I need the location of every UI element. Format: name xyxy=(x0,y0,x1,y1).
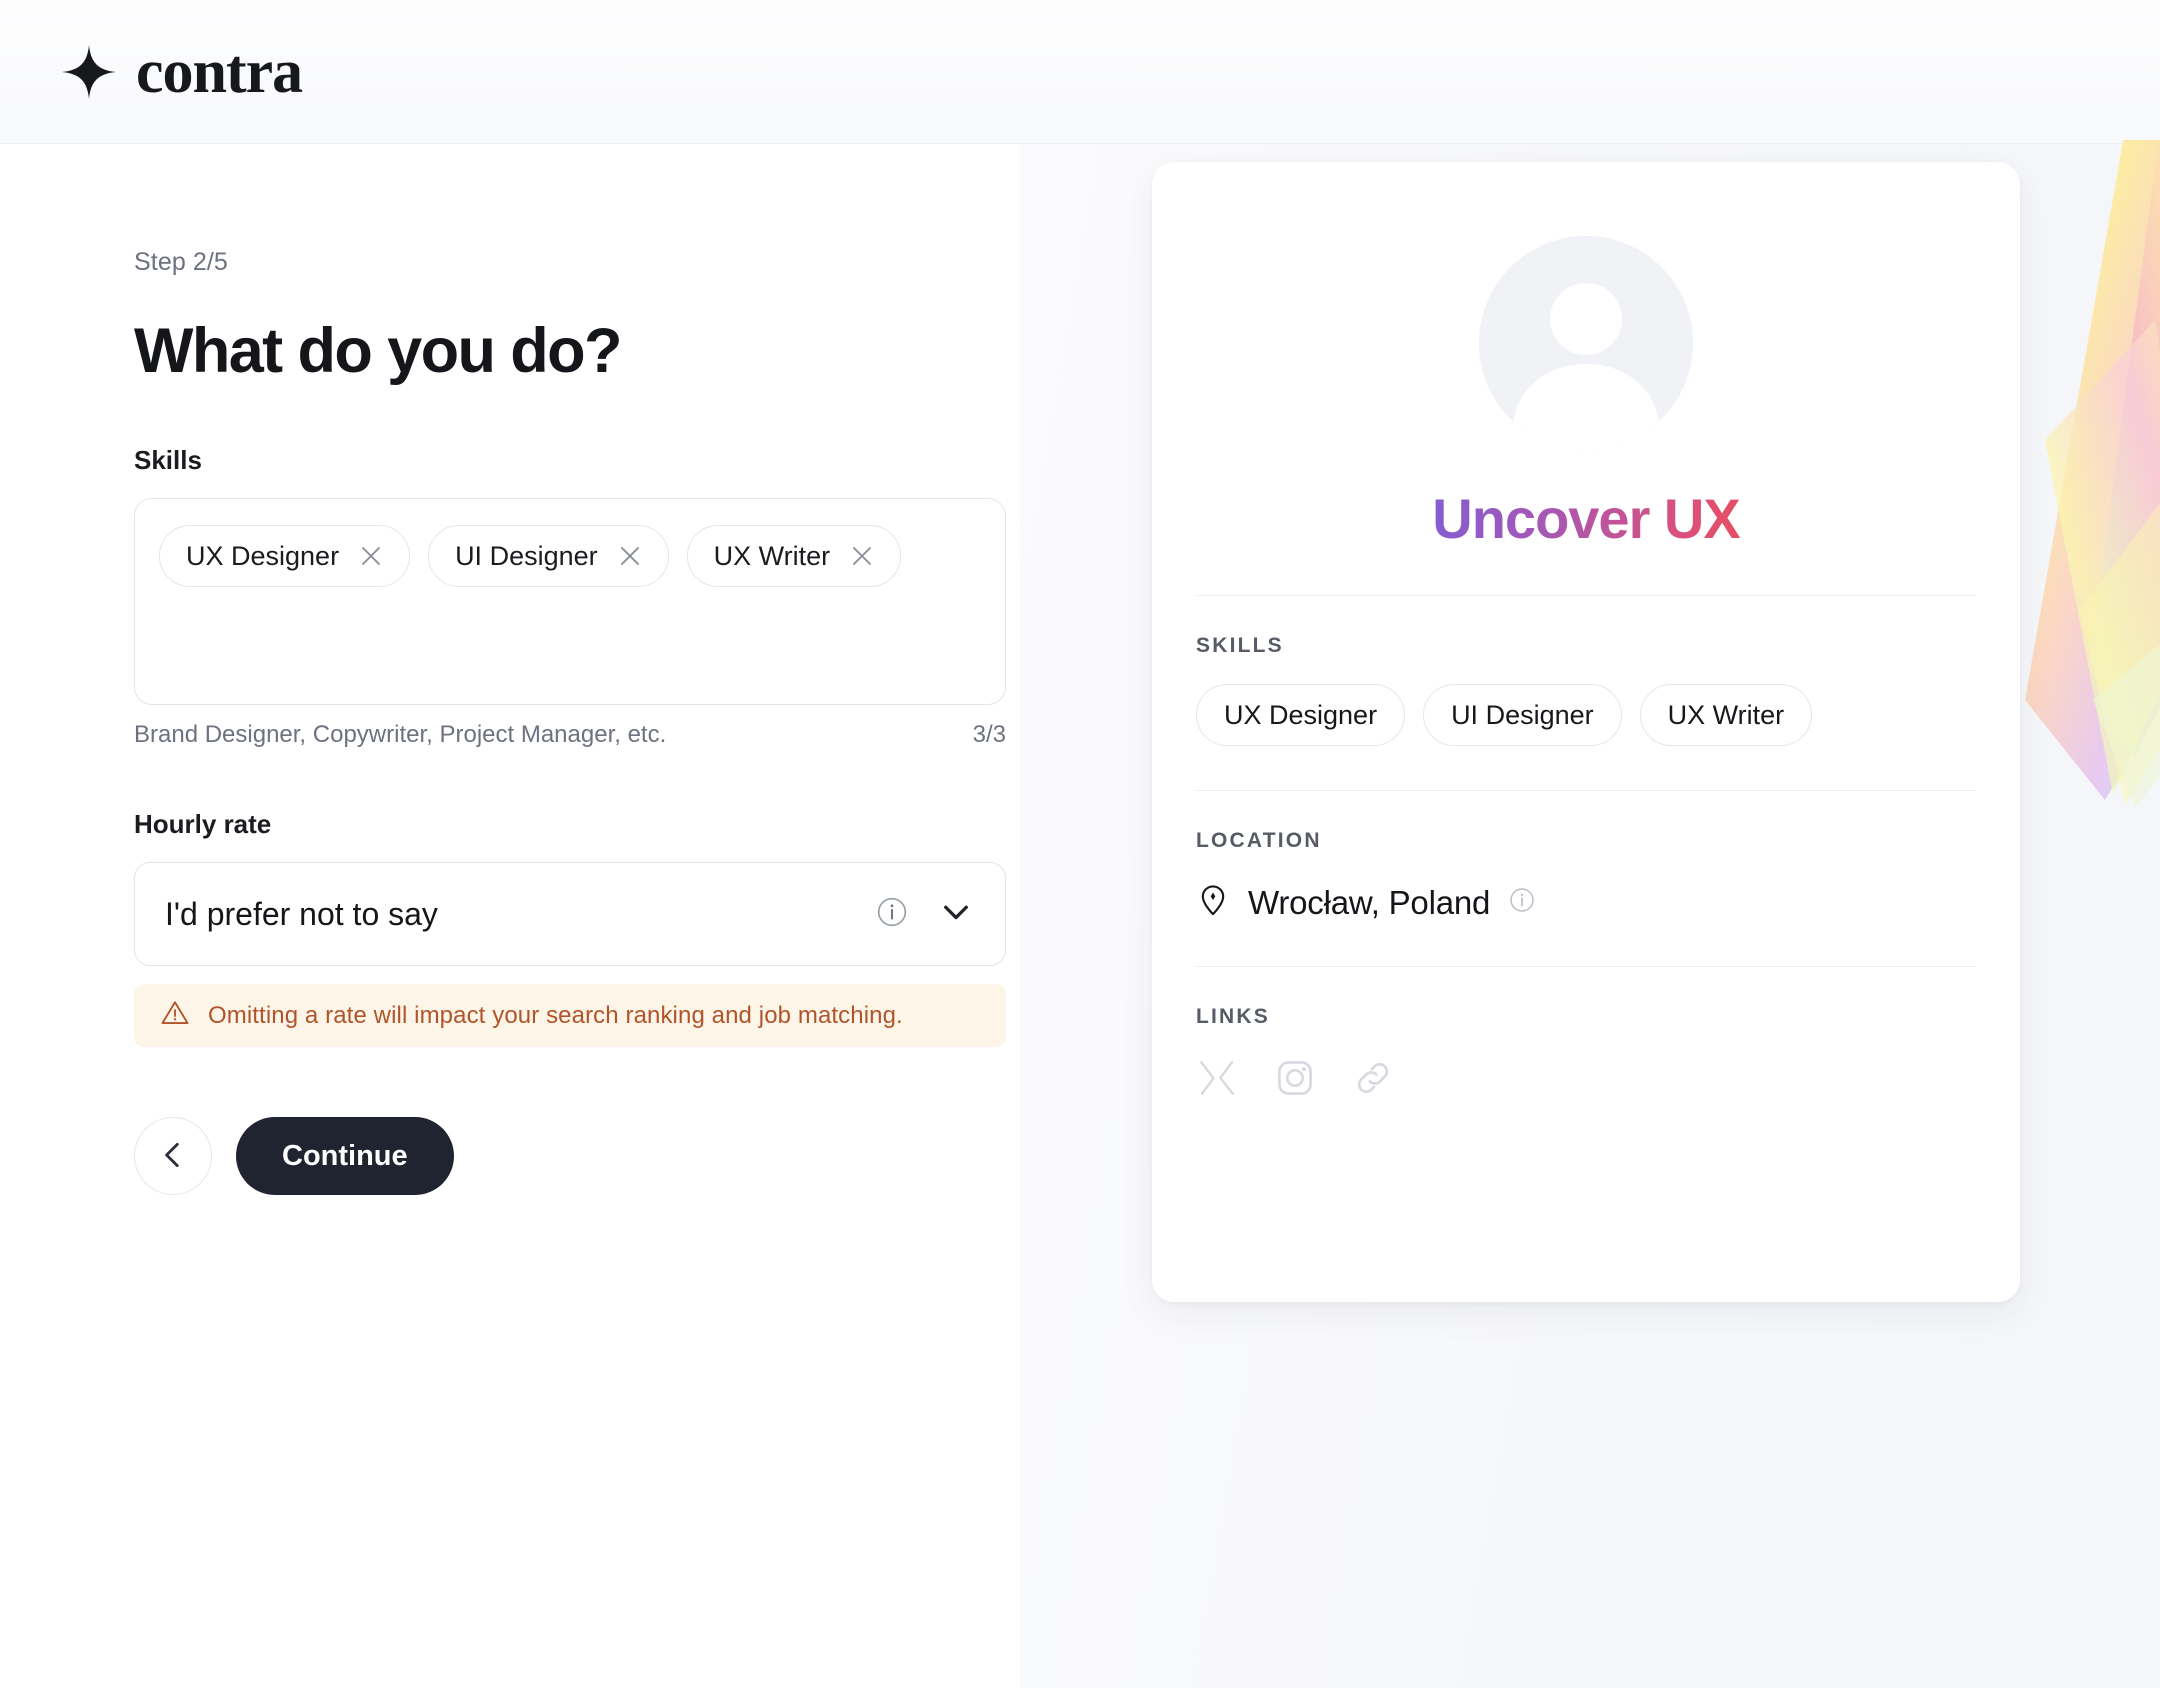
profile-name: Uncover UX xyxy=(1196,486,1976,551)
skill-chip[interactable]: UI Designer xyxy=(428,525,669,588)
divider xyxy=(1196,966,1976,967)
profile-preview-card: Uncover UX SKILLS UX Designer UI Designe… xyxy=(1152,162,2020,1302)
info-icon[interactable] xyxy=(1508,886,1536,919)
rate-warning-text: Omitting a rate will impact your search … xyxy=(208,1001,903,1029)
page-title: What do you do? xyxy=(134,316,623,386)
preview-skills-list: UX Designer UI Designer UX Writer xyxy=(1196,684,1976,746)
hourly-rate-select-icons xyxy=(875,893,975,936)
skill-chip[interactable]: UX Writer xyxy=(686,525,902,588)
warning-triangle-icon xyxy=(160,998,190,1033)
preview-links-list xyxy=(1196,1057,1976,1099)
x-twitter-icon[interactable] xyxy=(1196,1057,1238,1099)
brand-logo[interactable]: contra xyxy=(62,37,303,106)
back-button[interactable] xyxy=(134,1117,212,1196)
skills-counter: 3/3 xyxy=(972,721,1006,749)
rate-field-label: Hourly rate xyxy=(134,809,272,840)
preview-location-label: LOCATION xyxy=(1196,829,1322,852)
preview-location-row: Wrocław, Poland xyxy=(1196,883,1976,922)
app-header: contra xyxy=(0,0,2160,144)
link-chain-icon[interactable] xyxy=(1352,1057,1394,1099)
skill-chip-label: UX Writer xyxy=(713,540,831,571)
preview-skills-label: SKILLS xyxy=(1196,634,1284,657)
avatar-placeholder-icon xyxy=(1479,236,1693,450)
instagram-icon[interactable] xyxy=(1274,1057,1316,1099)
close-icon[interactable] xyxy=(618,544,642,568)
skills-field-label: Skills xyxy=(134,445,202,476)
continue-button[interactable]: Continue xyxy=(236,1117,454,1196)
preview-skill-pill: UX Designer xyxy=(1196,684,1406,746)
onboarding-form: Step 2/5 What do you do? Skills UX Desig… xyxy=(134,144,1034,1196)
step-indicator: Step 2/5 xyxy=(134,248,228,276)
preview-location-text: Wrocław, Poland xyxy=(1248,883,1491,921)
skills-input[interactable]: UX Designer UI Designer UX Writer xyxy=(134,498,1006,706)
divider xyxy=(1196,595,1976,596)
contra-star-icon xyxy=(62,44,116,99)
brand-name: contra xyxy=(136,37,303,106)
preview-skill-pill: UX Writer xyxy=(1639,684,1813,746)
hourly-rate-select[interactable]: I'd prefer not to say xyxy=(134,862,1006,967)
skill-chip-label: UI Designer xyxy=(455,540,598,571)
form-actions: Continue xyxy=(134,1117,1034,1196)
info-icon[interactable] xyxy=(875,895,909,934)
skills-helper-row: Brand Designer, Copywriter, Project Mana… xyxy=(134,721,1006,749)
map-pin-icon xyxy=(1196,883,1230,922)
page-root: contra Step 2/5 What do you do? Skills U… xyxy=(0,0,2160,1688)
preview-links-label: LINKS xyxy=(1196,1005,1270,1028)
skill-chip[interactable]: UX Designer xyxy=(159,525,411,588)
skill-chip-label: UX Designer xyxy=(186,540,340,571)
divider xyxy=(1196,790,1976,791)
skills-helper-text: Brand Designer, Copywriter, Project Mana… xyxy=(134,721,667,749)
chevron-left-icon xyxy=(156,1138,190,1175)
chevron-down-icon[interactable] xyxy=(937,893,975,936)
rate-warning-banner: Omitting a rate will impact your search … xyxy=(134,984,1006,1048)
hourly-rate-value: I'd prefer not to say xyxy=(165,895,438,932)
close-icon[interactable] xyxy=(850,544,874,568)
preview-skill-pill: UI Designer xyxy=(1423,684,1622,746)
close-icon[interactable] xyxy=(359,544,383,568)
